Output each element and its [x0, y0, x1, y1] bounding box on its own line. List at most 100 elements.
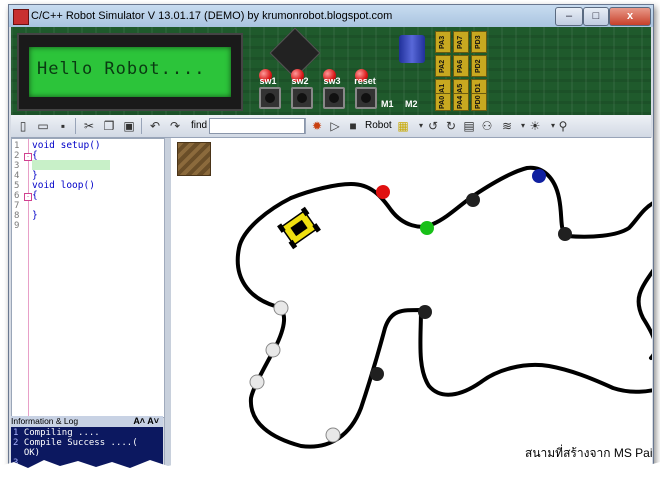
ball-marker: [532, 169, 546, 183]
code-line: {: [32, 150, 38, 161]
ball-marker: [265, 342, 281, 358]
app-window: C/C++ Robot Simulator V 13.01.17 (DEMO) …: [8, 4, 654, 468]
code-line: {: [32, 190, 38, 201]
port-pa2: PA2: [435, 55, 451, 77]
robot-board-panel: Hello Robot.... sw1 sw2 sw3 reset M1 M2 …: [11, 27, 651, 115]
log-line: 1 Compiling ....: [13, 428, 100, 438]
lcd-text: Hello Robot....: [37, 59, 206, 79]
line-number: 6: [14, 191, 20, 201]
switch-sw3[interactable]: [323, 87, 345, 109]
ball-marker: [376, 185, 390, 199]
switch-reset[interactable]: [355, 87, 377, 109]
code-editor[interactable]: 1 2 3 4 5 6 7 8 9 - - void setup() { } v…: [11, 138, 165, 418]
info-log-header: Information & Log A˄ A˅: [11, 416, 163, 427]
log-line-text: Compile Success ....(: [23, 438, 138, 448]
robot-select-icon[interactable]: ▦: [395, 118, 411, 134]
line-number: 5: [14, 181, 20, 191]
open-folder-icon[interactable]: ▭: [35, 118, 51, 134]
code-line: void loop(): [32, 180, 95, 191]
simulation-field[interactable]: สนามที่สร้างจาก MS Paint: [171, 138, 652, 468]
font-size-icon[interactable]: A˄ A˅: [133, 416, 159, 427]
switch-label-sw2: sw2: [291, 76, 309, 86]
app-icon: [13, 9, 29, 25]
log-line-text: Compiling ....: [23, 428, 100, 438]
close-button[interactable]: x: [609, 7, 651, 26]
ball-marker: [418, 305, 432, 319]
port-pd2: PD2: [471, 55, 487, 77]
toolbar-separator: [305, 118, 306, 134]
maximize-button[interactable]: □: [583, 7, 609, 26]
stop-icon[interactable]: ■: [345, 118, 361, 134]
track-svg: [235, 165, 652, 449]
ball-marker: [466, 193, 480, 207]
robot-label: Robot: [365, 120, 392, 131]
log-line-number: 2: [13, 438, 19, 448]
pane-splitter[interactable]: [164, 138, 171, 468]
switch-label-sw1: sw1: [259, 76, 277, 86]
track-line: [636, 268, 652, 360]
save-icon[interactable]: ▪: [55, 118, 71, 134]
sensor-icon[interactable]: ⚇: [479, 118, 495, 134]
find-input[interactable]: [209, 118, 305, 134]
robot-icon: [277, 206, 321, 250]
port-pa0: PA0: [435, 93, 451, 111]
torn-edge-decoration: [0, 456, 660, 482]
port-pa6: PA6: [453, 55, 469, 77]
fold-marker-icon[interactable]: -: [24, 193, 32, 201]
minimize-button[interactable]: –: [555, 7, 583, 26]
toolbar-separator: [141, 118, 142, 134]
board-view-icon[interactable]: ▤: [461, 118, 477, 134]
find-label: find: [191, 120, 208, 131]
line-number: 2: [14, 151, 20, 161]
code-line: void setup(): [32, 140, 101, 151]
line-number: 3: [14, 161, 20, 171]
rotate-right-icon[interactable]: ↻: [443, 118, 459, 134]
line-number: 4: [14, 171, 20, 181]
toolbar-separator: [75, 118, 76, 134]
ball-marker: [273, 300, 289, 316]
toolbar: ▯ ▭ ▪ ✂ ❐ ▣ ↶ ↷ find ✹ ▷ ■ Robot ▦ ▾ ↺ ↻…: [11, 115, 651, 138]
tools-icon[interactable]: ⚲: [555, 118, 571, 134]
switch-label-sw3: sw3: [323, 76, 341, 86]
copy-icon[interactable]: ❐: [101, 118, 117, 134]
line-number: 9: [14, 221, 20, 231]
fold-marker-icon[interactable]: -: [24, 153, 32, 161]
line-number: 8: [14, 211, 20, 221]
rotate-left-icon[interactable]: ↺: [425, 118, 441, 134]
motor-label-m2: M2: [405, 99, 418, 109]
log-line-number: 1: [13, 428, 19, 438]
switch-sw1[interactable]: [259, 87, 281, 109]
undo-icon[interactable]: ↶: [147, 118, 163, 134]
port-pd0: PD0: [471, 93, 487, 111]
port-pd3: PD3: [471, 31, 487, 53]
line-number: 7: [14, 201, 20, 211]
code-line: }: [32, 210, 38, 221]
motor-label-m1: M1: [381, 99, 394, 109]
port-pa3: PA3: [435, 31, 451, 53]
switch-label-reset: reset: [354, 76, 376, 86]
ball-marker: [558, 227, 572, 241]
log-line: 2 Compile Success ....(: [13, 438, 138, 448]
redo-icon[interactable]: ↷: [167, 118, 183, 134]
title-bar[interactable]: C/C++ Robot Simulator V 13.01.17 (DEMO) …: [9, 5, 653, 27]
paste-icon[interactable]: ▣: [121, 118, 137, 134]
run-icon[interactable]: ▷: [327, 118, 343, 134]
ball-marker: [325, 427, 341, 443]
capacitor: [399, 35, 425, 63]
light-icon[interactable]: ☀: [527, 118, 543, 134]
ball-marker: [420, 221, 434, 235]
port-pa4: PA4: [453, 93, 469, 111]
ball-marker: [249, 374, 265, 390]
compile-gear-icon[interactable]: ✹: [309, 118, 325, 134]
cut-icon[interactable]: ✂: [81, 118, 97, 134]
lcd-display: Hello Robot....: [17, 33, 243, 111]
current-line-highlight: [32, 160, 110, 170]
lcd-screen: Hello Robot....: [29, 47, 231, 97]
switch-sw2[interactable]: [291, 87, 313, 109]
window-title: C/C++ Robot Simulator V 13.01.17 (DEMO) …: [31, 10, 393, 22]
port-pa7: PA7: [453, 31, 469, 53]
track-icon[interactable]: ≋: [499, 118, 515, 134]
info-log-title: Information & Log: [11, 416, 79, 426]
line-number: 1: [14, 141, 20, 151]
new-file-icon[interactable]: ▯: [15, 118, 31, 134]
